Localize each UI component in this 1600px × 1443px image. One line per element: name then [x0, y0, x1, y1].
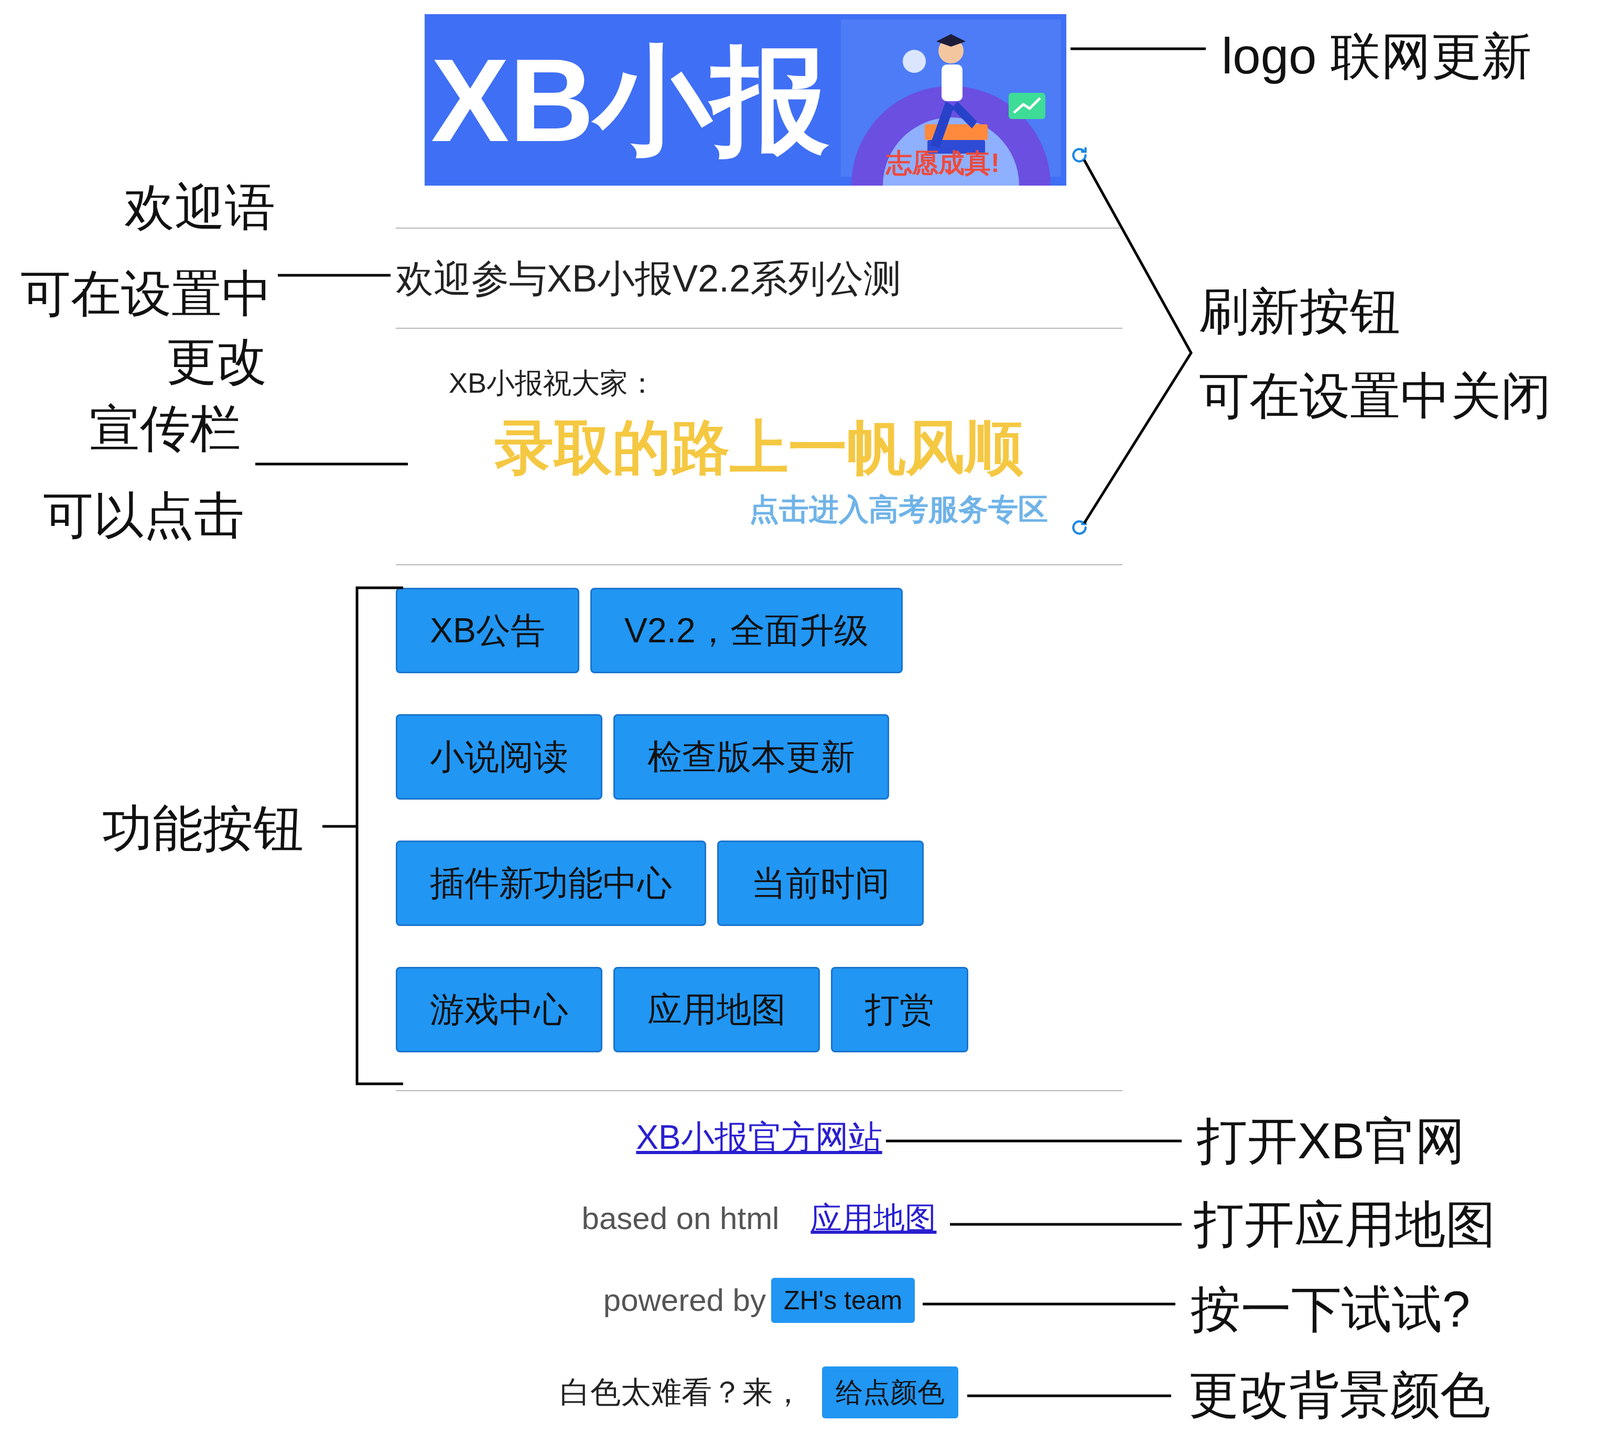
app-page: XB小报志愿成真! 欢迎参与XB小报V2.2系列公测 XB小报祝大家： 录取的路上一帆… [395, 0, 1123, 1437]
welcome-row: 欢迎参与XB小报V2.2系列公测 [395, 228, 1123, 328]
footer-row: powered byZH's team [395, 1253, 1123, 1347]
divider [395, 1089, 1123, 1091]
logo-slogan: 志愿成真! [885, 147, 1000, 179]
divider [395, 327, 1123, 329]
site-link[interactable]: XB小报官方网站 [635, 1116, 882, 1159]
button-row: 插件新功能中心当前时间 [395, 840, 1123, 926]
function-button[interactable]: XB公告 [395, 587, 580, 674]
function-button[interactable]: 检查版本更新 [613, 714, 890, 800]
function-buttons: XB公告V2.2，全面升级小说阅读检查版本更新插件新功能中心当前时间游戏中心应用… [395, 565, 1123, 1090]
refresh-icon[interactable] [1068, 144, 1090, 166]
footer-row: based on html 应用地图 [395, 1183, 1123, 1254]
annotation-label: 欢迎语 [124, 175, 276, 239]
header: XB小报志愿成真! [395, 0, 1123, 228]
promo-greeting: XB小报祝大家： [395, 366, 1123, 399]
color-button[interactable]: 给点颜色 [822, 1366, 959, 1419]
annotation-label: 更改 [166, 329, 267, 393]
annotation-label: 按一下试试? [1190, 1277, 1470, 1341]
function-button[interactable]: 当前时间 [717, 840, 924, 926]
function-button[interactable]: 打赏 [830, 966, 969, 1053]
button-row: XB公告V2.2，全面升级 [395, 587, 1123, 674]
powered-by-text: powered by [603, 1280, 766, 1321]
logo-title: XB小报 [424, 41, 829, 159]
refresh-icon[interactable] [1068, 516, 1090, 538]
annotation-label: logo 联网更新 [1221, 24, 1532, 88]
function-button[interactable]: V2.2，全面升级 [590, 587, 903, 674]
annotation-label: 刷新按钮 [1198, 279, 1401, 343]
function-button[interactable]: 游戏中心 [395, 966, 603, 1053]
annotation-label: 打开XB官网 [1196, 1109, 1466, 1173]
color-prompt: 白色太难看？来， [559, 1371, 804, 1412]
welcome-text: 欢迎参与XB小报V2.2系列公测 [395, 254, 902, 302]
annotation-label: 可在设置中关闭 [1198, 364, 1552, 428]
annotation-label: 打开应用地图 [1193, 1192, 1496, 1256]
divider [395, 227, 1123, 229]
map-link[interactable]: 应用地图 [810, 1198, 937, 1239]
divider [395, 564, 1123, 566]
logo-banner: XB小报志愿成真! [424, 14, 1067, 186]
function-button[interactable]: 小说阅读 [395, 714, 603, 800]
annotation-label: 功能按钮 [102, 796, 304, 860]
function-button[interactable]: 应用地图 [613, 966, 820, 1053]
footer-row: 白色太难看？来， 给点颜色 [395, 1346, 1123, 1437]
promo-link[interactable]: 点击进入高考服务专区 [395, 490, 1123, 528]
annotation-label: 更改背景颜色 [1188, 1363, 1491, 1426]
button-row: 小说阅读检查版本更新 [395, 714, 1123, 800]
annotation-label: 宣传栏 [89, 396, 241, 460]
team-button[interactable]: ZH's team [771, 1277, 915, 1323]
promo-banner[interactable]: XB小报祝大家： 录取的路上一帆风顺点击进入高考服务专区 [395, 328, 1123, 565]
footer-row: XB小报官方网站 [395, 1090, 1123, 1184]
promo-headline: 录取的路上一帆风顺 [395, 413, 1123, 482]
button-row: 游戏中心应用地图打赏 [395, 966, 1123, 1053]
based-on-text: based on html [581, 1198, 780, 1239]
annotation-label: 可在设置中 [20, 262, 273, 326]
function-button[interactable]: 插件新功能中心 [395, 840, 707, 926]
annotation-label: 可以点击 [42, 483, 245, 547]
